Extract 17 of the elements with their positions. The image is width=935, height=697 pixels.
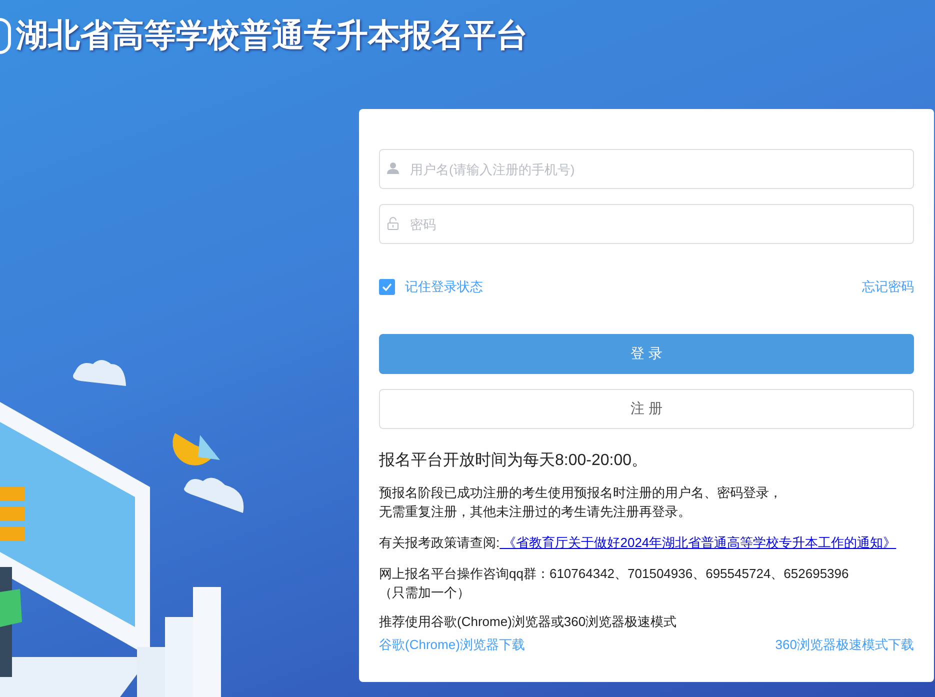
password-field[interactable]: 密码 [379,204,914,244]
site-title: 湖北省高等学校普通专升本报名平台 [16,16,528,55]
check-icon [382,283,392,291]
policy-link[interactable]: 《省教育厅关于做好2024年湖北省普通高等学校专升本工作的通知》 [500,535,896,550]
register-button[interactable]: 注 册 [379,389,914,429]
browser-tip-text: 推荐使用谷歌(Chrome)浏览器或360浏览器极速模式 [379,613,678,631]
policy-label: 有关报考政策请查阅: [379,535,500,550]
browser-360-download-link[interactable]: 360浏览器极速模式下载 [775,636,914,654]
login-button[interactable]: 登 录 [379,334,914,374]
remember-checkbox[interactable] [379,279,395,295]
notice-text: 预报名阶段已成功注册的考生使用预报名时注册的用户名、密码登录， 无需重复注册，其他未注册过的考生请先注册再登录。 [379,484,783,521]
opening-hours-text: 报名平台开放时间为每天8:00-20:00。 [379,450,649,471]
username-field[interactable]: 用户名(请输入注册的手机号) [379,149,914,189]
remember-label[interactable]: 记住登录状态 [405,278,483,296]
chrome-download-link[interactable]: 谷歌(Chrome)浏览器下载 [379,636,525,654]
qq-group-text: 网上报名平台操作咨询qq群：610764342、701504936、695545724、652695396 （只需加一个） [379,565,850,602]
forgot-password-link[interactable]: 忘记密码 [862,278,914,296]
